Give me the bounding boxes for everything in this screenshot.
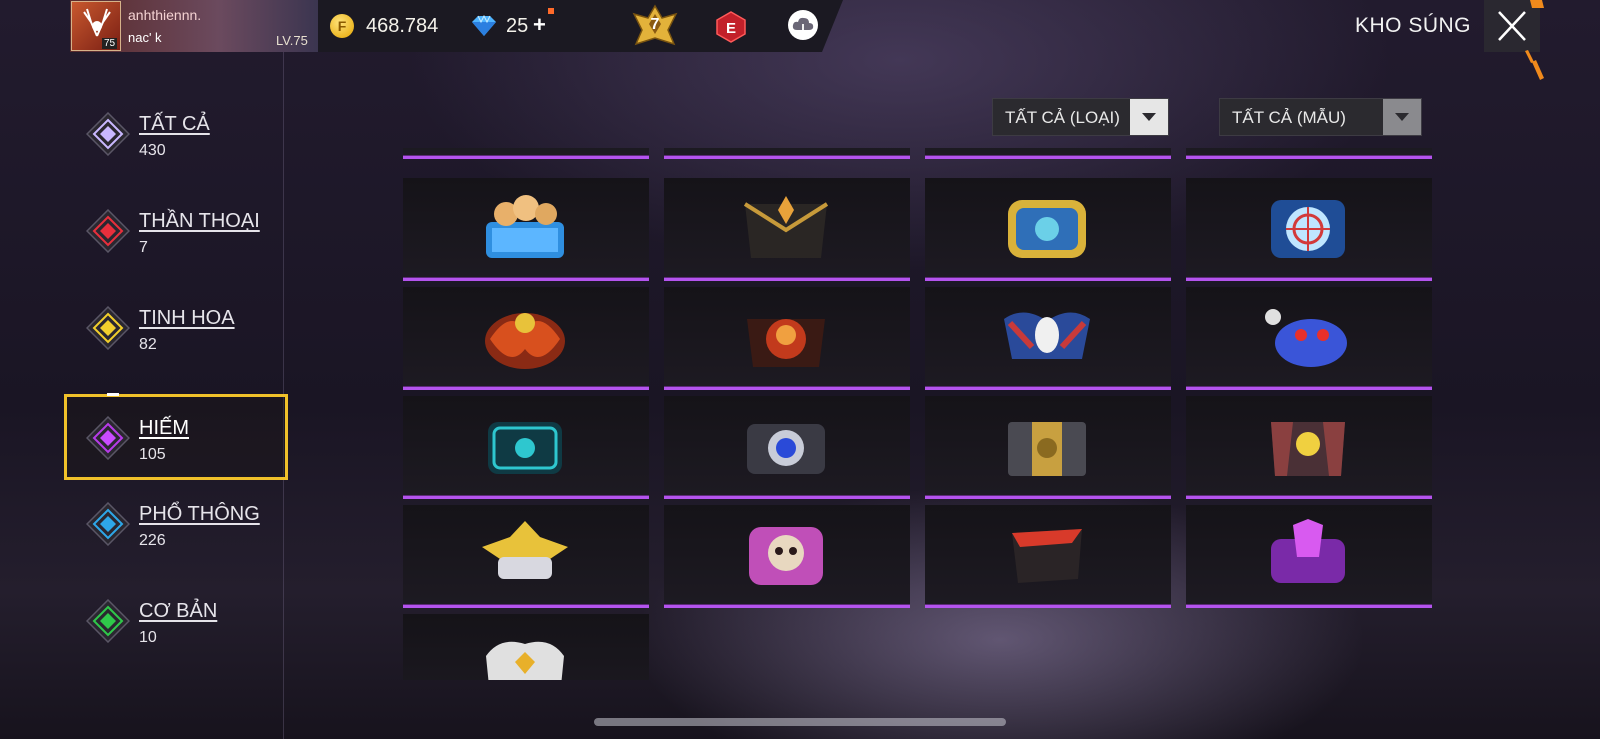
diamond-balance: 25	[506, 15, 529, 37]
yellow-gem-icon	[86, 306, 130, 350]
item-card[interactable]	[403, 505, 649, 608]
item-card[interactable]	[403, 287, 649, 390]
player-level: LV.75	[276, 33, 308, 48]
shiba-crate-icon	[486, 195, 564, 258]
category-label: CƠ BẢN	[139, 600, 218, 622]
add-diamonds-button[interactable]: +	[533, 12, 546, 38]
category-label: TINH HOA	[139, 307, 235, 329]
item-card[interactable]	[664, 178, 910, 281]
item-card[interactable]	[1186, 287, 1432, 390]
page-title: KHO SÚNG	[1355, 14, 1472, 37]
item-card[interactable]	[403, 178, 649, 281]
item-card[interactable]	[403, 396, 649, 499]
category-common[interactable]: PHỔ THÔNG 226	[64, 480, 288, 566]
item-card[interactable]	[925, 396, 1171, 499]
home-indicator	[594, 718, 1006, 726]
item-card-partial[interactable]	[1186, 148, 1432, 159]
category-rare[interactable]: HIẾM 105	[64, 394, 288, 480]
elite-pass-icon[interactable]: E	[716, 11, 746, 43]
white-gold-crate-icon	[486, 641, 564, 680]
item-card[interactable]	[925, 505, 1171, 608]
crosshair-crate-icon	[1271, 200, 1345, 258]
diamond-icon	[472, 15, 496, 36]
red-gem-icon	[86, 209, 130, 253]
category-count: 105	[139, 446, 166, 463]
vault-crate-icon	[1008, 422, 1086, 476]
player-panel[interactable]: 75 anhthiennn. nac' k LV.75	[70, 0, 318, 52]
item-card[interactable]	[1186, 178, 1432, 281]
cyan-tech-crate-icon	[488, 422, 562, 474]
dragon-crate-icon	[485, 313, 565, 369]
item-card-partial[interactable]	[403, 148, 649, 159]
player-name: anhthiennn.	[128, 7, 202, 23]
selection-indicator	[107, 393, 119, 396]
category-label: PHỔ THÔNG	[139, 503, 260, 525]
category-count: 7	[139, 239, 148, 256]
style-filter-dropdown[interactable]: TẤT CẢ (MẪU)	[1219, 98, 1422, 136]
white-gem-icon	[86, 112, 130, 156]
purple-gem-icon	[86, 416, 130, 460]
corner-decoration	[1525, 0, 1544, 80]
item-card-partial[interactable]	[664, 148, 910, 159]
lens-crate-icon	[747, 424, 825, 474]
category-label: HIẾM	[139, 417, 189, 439]
blue-monster-crate-icon	[1265, 309, 1347, 367]
gold-blue-crate-icon	[1008, 200, 1086, 258]
purple-crystal-crate-icon	[1271, 519, 1345, 583]
eagle-skull-crate-icon	[1004, 312, 1090, 359]
deer-icon	[83, 8, 111, 37]
blue-gem-icon	[86, 502, 130, 546]
item-card-partial[interactable]	[925, 148, 1171, 159]
category-mythic[interactable]: THẦN THOẠI 7	[64, 187, 288, 273]
item-grid	[403, 148, 1435, 680]
type-filter-dropdown[interactable]: TẤT CẢ (LOẠI)	[992, 98, 1169, 136]
category-count: 10	[139, 629, 157, 646]
category-count: 226	[139, 532, 166, 549]
green-gem-icon	[86, 599, 130, 643]
chevron-down-icon	[1383, 99, 1421, 135]
red-black-crate-icon	[1012, 529, 1082, 583]
pink-skull-crate-icon	[749, 527, 823, 585]
gold-coin-icon: F	[330, 14, 354, 38]
guild-name: nac' k	[128, 30, 162, 45]
winged-gold-crate-icon	[482, 521, 568, 579]
avatar[interactable]: 75	[71, 1, 121, 51]
category-count: 82	[139, 336, 157, 353]
style-filter-label: TẤT CẢ (MẪU)	[1232, 108, 1346, 127]
category-basic[interactable]: CƠ BẢN 10	[64, 577, 288, 663]
category-label: THẦN THOẠI	[139, 210, 260, 232]
item-card[interactable]	[925, 287, 1171, 390]
rank-number: 7	[650, 16, 660, 33]
avatar-level: 75	[102, 38, 118, 49]
coin-balance: 468.784	[366, 15, 439, 37]
category-epic[interactable]: TINH HOA 82	[64, 284, 288, 370]
chevron-down-icon	[1130, 99, 1168, 135]
item-card[interactable]	[925, 178, 1171, 281]
item-card[interactable]	[664, 505, 910, 608]
item-card[interactable]	[1186, 505, 1432, 608]
category-all[interactable]: TẤT CẢ 430	[64, 90, 288, 176]
item-card[interactable]	[1186, 396, 1432, 499]
category-label: TẤT CẢ	[139, 113, 210, 135]
cloud-icon[interactable]	[788, 10, 818, 40]
category-count: 430	[139, 142, 166, 159]
flame-skull-crate-icon	[747, 319, 825, 367]
sunflower-crate-icon	[1271, 422, 1345, 476]
item-card[interactable]	[403, 614, 649, 680]
black-gold-crate-icon	[743, 196, 829, 258]
notification-dot	[548, 8, 554, 14]
item-card[interactable]	[664, 396, 910, 499]
elite-label: E	[726, 20, 736, 37]
type-filter-label: TẤT CẢ (LOẠI)	[1005, 108, 1120, 127]
item-card[interactable]	[664, 287, 910, 390]
